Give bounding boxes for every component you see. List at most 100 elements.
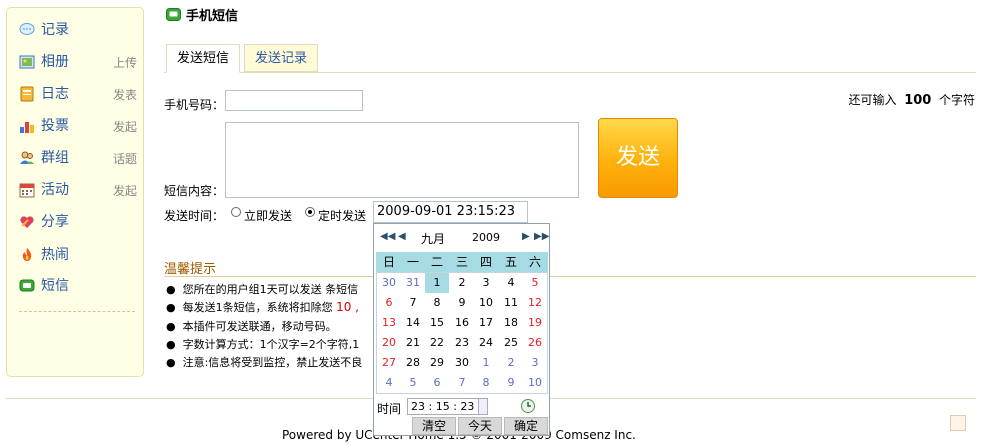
calendar-day[interactable]: 24 xyxy=(474,333,498,353)
tab-send-sms[interactable]: 发送短信 xyxy=(166,44,240,73)
calendar-day[interactable]: 27 xyxy=(377,353,401,373)
flame-icon xyxy=(22,248,32,261)
scheduled-datetime-input[interactable]: 2009-09-01 23:15:23 xyxy=(373,201,528,223)
calendar-day[interactable]: 17 xyxy=(474,313,498,333)
phone-input[interactable] xyxy=(225,90,363,111)
sidebar-item-label: 日志 xyxy=(41,86,69,102)
sidebar-subaction[interactable]: 发起 xyxy=(113,118,137,136)
next-year-button[interactable]: ▶▶ xyxy=(534,231,549,242)
sidebar-subaction[interactable]: 上传 xyxy=(113,54,137,72)
calendar-day[interactable]: 4 xyxy=(377,373,401,393)
sidebar-item-sms[interactable]: 短信 xyxy=(19,276,137,296)
calendar-day[interactable]: 10 xyxy=(474,293,498,313)
tip-line: ● 注意:信息将受到监控，禁止发送不良 xyxy=(166,356,363,369)
tip-line: ● 本插件可发送联通，移动号码。 xyxy=(166,320,337,333)
calendar-day[interactable]: 2 xyxy=(450,273,474,293)
sidebar: 记录 相册 上传 日志 发表 投票 发起 群组 话题 活动 发起 分享 热闹 短… xyxy=(6,7,144,377)
calendar-day[interactable]: 8 xyxy=(474,373,498,393)
calendar-month[interactable]: 九月 xyxy=(421,230,445,247)
tips-divider xyxy=(164,276,976,277)
calendar-day[interactable]: 4 xyxy=(499,273,523,293)
calendar-day[interactable]: 7 xyxy=(401,293,425,313)
sidebar-item-blog[interactable]: 日志 发表 xyxy=(19,84,137,104)
calendar-day[interactable]: 10 xyxy=(523,373,547,393)
sms-icon xyxy=(166,8,181,21)
tab-send-history[interactable]: 发送记录 xyxy=(244,44,318,72)
sidebar-item-album[interactable]: 相册 上传 xyxy=(19,52,137,72)
radio-send-now[interactable] xyxy=(231,207,241,217)
calendar-day[interactable]: 21 xyxy=(401,333,425,353)
bar-chart-icon xyxy=(20,122,34,133)
calendar-day[interactable]: 5 xyxy=(523,273,547,293)
ok-button[interactable]: 确定 xyxy=(504,417,548,435)
sidebar-item-share[interactable]: 分享 xyxy=(19,212,137,232)
sidebar-item-event[interactable]: 活动 发起 xyxy=(19,180,137,200)
today-button[interactable]: 今天 xyxy=(458,417,502,435)
remaining-suffix: 个字符 xyxy=(938,93,975,107)
sidebar-item-group[interactable]: 群组 话题 xyxy=(19,148,137,168)
calendar-day[interactable]: 19 xyxy=(523,313,547,333)
sms-content-textarea[interactable] xyxy=(225,122,579,198)
time-input[interactable]: 23 : 15 : 23 xyxy=(407,398,479,415)
calendar-day[interactable]: 1 xyxy=(474,353,498,373)
next-month-button[interactable]: ▶ xyxy=(522,231,530,242)
calendar-day[interactable]: 30 xyxy=(377,273,401,293)
calendar-day[interactable]: 12 xyxy=(523,293,547,313)
time-spinner[interactable] xyxy=(478,398,488,415)
calendar-day[interactable]: 13 xyxy=(377,313,401,333)
clear-button[interactable]: 清空 xyxy=(412,417,456,435)
calendar-day[interactable]: 6 xyxy=(377,293,401,313)
prev-month-button[interactable]: ◀ xyxy=(398,231,406,242)
calendar-day[interactable]: 22 xyxy=(425,333,449,353)
calendar-day[interactable]: 30 xyxy=(450,353,474,373)
send-scheduled-label[interactable]: 定时发送 xyxy=(318,207,366,224)
calendar-year[interactable]: 2009 xyxy=(472,231,500,244)
back-to-top-icon[interactable] xyxy=(950,415,966,431)
calendar-day[interactable]: 25 xyxy=(499,333,523,353)
group-icon xyxy=(20,151,34,164)
prev-year-button[interactable]: ◀◀ xyxy=(380,231,395,242)
sidebar-subaction[interactable]: 话题 xyxy=(113,150,137,168)
calendar-day[interactable]: 7 xyxy=(450,373,474,393)
heart-share-icon xyxy=(20,216,34,228)
calendar-day[interactable]: 29 xyxy=(425,353,449,373)
calendar-day[interactable]: 3 xyxy=(474,273,498,293)
calendar-day[interactable]: 15 xyxy=(425,313,449,333)
calendar-day[interactable]: 2 xyxy=(499,353,523,373)
sidebar-item-poll[interactable]: 投票 发起 xyxy=(19,116,137,136)
weekday: 三 xyxy=(455,255,468,269)
tip-line: ● 您所在的用户组1天可以发送 条短信 xyxy=(166,283,359,296)
calendar-day[interactable]: 14 xyxy=(401,313,425,333)
sidebar-divider xyxy=(19,311,135,312)
calendar-day[interactable]: 16 xyxy=(450,313,474,333)
calendar-day[interactable]: 11 xyxy=(499,293,523,313)
sidebar-subaction[interactable]: 发起 xyxy=(113,182,137,200)
clock-icon[interactable] xyxy=(520,398,536,414)
weekday: 五 xyxy=(504,255,517,269)
radio-send-scheduled[interactable] xyxy=(305,207,315,217)
content-label: 短信内容： xyxy=(164,184,225,198)
calendar-day[interactable]: 26 xyxy=(523,333,547,353)
calendar-day[interactable]: 3 xyxy=(523,353,547,373)
calendar-day[interactable]: 18 xyxy=(499,313,523,333)
calendar-day[interactable]: 1 xyxy=(425,273,449,293)
calendar-day[interactable]: 23 xyxy=(450,333,474,353)
page-title: 手机短信 xyxy=(186,9,239,24)
phone-label: 手机号码： xyxy=(164,98,225,112)
photo-icon xyxy=(19,55,35,69)
sidebar-item-hot[interactable]: 热闹 xyxy=(19,245,137,265)
calendar-day[interactable]: 5 xyxy=(401,373,425,393)
tips-title: 温馨提示 xyxy=(164,262,217,277)
send-button[interactable]: 发送 xyxy=(598,118,678,198)
calendar-day[interactable]: 9 xyxy=(450,293,474,313)
sidebar-item-record[interactable]: 记录 xyxy=(19,20,137,40)
calendar-day[interactable]: 20 xyxy=(377,333,401,353)
calendar-day[interactable]: 8 xyxy=(425,293,449,313)
calendar-day[interactable]: 9 xyxy=(499,373,523,393)
calendar-day[interactable]: 28 xyxy=(401,353,425,373)
calendar-icon xyxy=(19,183,35,198)
send-now-label[interactable]: 立即发送 xyxy=(244,207,292,224)
calendar-day[interactable]: 31 xyxy=(401,273,425,293)
calendar-day[interactable]: 6 xyxy=(425,373,449,393)
sidebar-subaction[interactable]: 发表 xyxy=(113,86,137,104)
